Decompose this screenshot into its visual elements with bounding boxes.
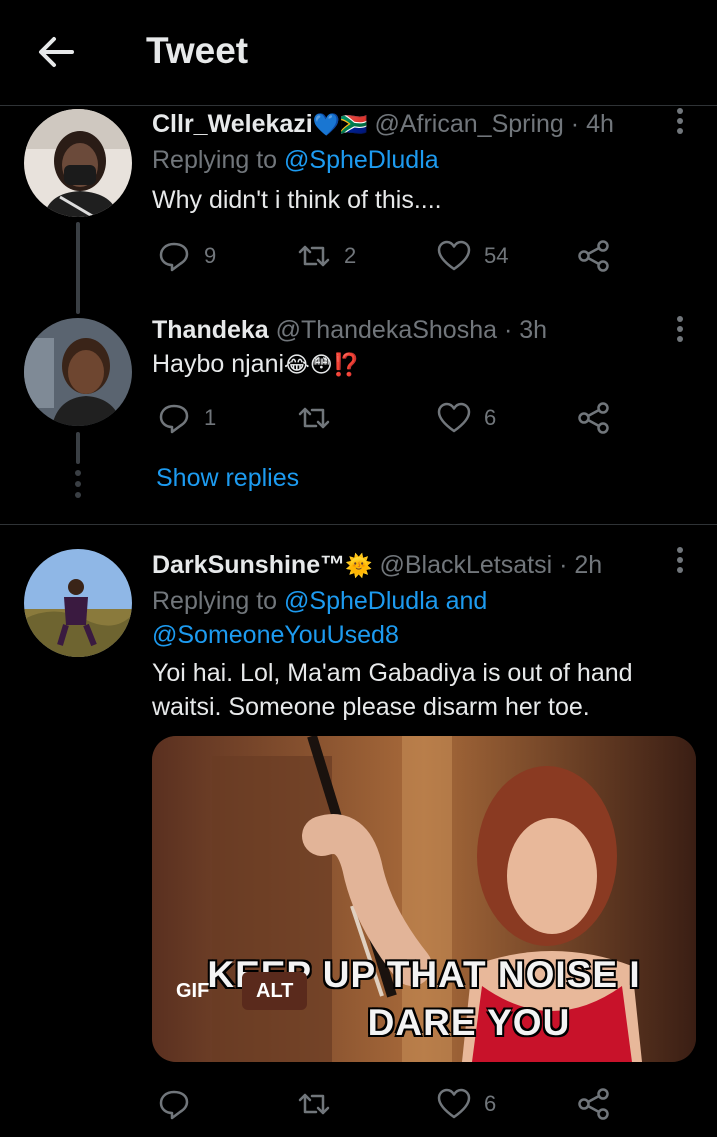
name-emoji: 💙🇿🇦	[312, 113, 368, 138]
handle[interactable]: @ThandekaShosha	[276, 316, 497, 344]
gif-caption-line-2: DARE YOU	[367, 1002, 571, 1043]
thread-dots	[75, 470, 81, 503]
heart-icon	[437, 240, 471, 271]
retweet-button[interactable]	[296, 398, 344, 438]
display-name[interactable]: Cllr_Welekazi	[152, 110, 313, 138]
retweet-icon	[298, 407, 330, 429]
tweet-actions: 9 2 54	[152, 236, 622, 276]
timestamp: · 2h	[559, 551, 603, 579]
show-replies-link[interactable]: Show replies	[156, 464, 299, 493]
avatar[interactable]	[24, 318, 132, 426]
avatar[interactable]	[24, 109, 132, 217]
tweet-text-line-2: waitsi. Someone please disarm her toe.	[152, 693, 590, 721]
tweet-text-content: Haybo njani	[152, 350, 285, 378]
handle[interactable]: @BlackLetsatsi	[379, 551, 552, 579]
tweet-meta: Thandeka @ThandekaShosha · 3h	[152, 316, 547, 345]
mention-link[interactable]: @SpheDludla and	[284, 587, 487, 615]
tweet-meta: Cllr_Welekazi💙🇿🇦 @African_Spring · 4h	[152, 110, 614, 139]
tweet-thandeka[interactable]: Thandeka @ThandekaShosha · 3h Haybo njan…	[0, 310, 717, 524]
gif-badge: GIF	[176, 979, 210, 1002]
reply-button[interactable]	[156, 1084, 204, 1124]
tweet-cllr-welekazi[interactable]: Cllr_Welekazi💙🇿🇦 @African_Spring · 4h Re…	[0, 0, 717, 314]
tweet-actions: 6	[152, 1084, 622, 1124]
tweet-text: Haybo njani😂😳⁉️	[152, 350, 360, 379]
share-button[interactable]	[576, 236, 612, 276]
share-button[interactable]	[576, 1084, 612, 1124]
share-button[interactable]	[576, 398, 612, 438]
tweet-text-line-1: Yoi hai. Lol, Ma'am Gabadiya is out of h…	[152, 659, 633, 687]
share-icon	[578, 1088, 609, 1120]
retweet-button[interactable]: 2	[296, 236, 356, 276]
tweet-text: Why didn't i think of this....	[152, 186, 442, 214]
like-button[interactable]: 6	[436, 398, 496, 438]
avatar-image	[24, 109, 132, 217]
retweet-icon	[298, 245, 330, 267]
timestamp: · 3h	[503, 316, 548, 344]
like-count: 6	[484, 1091, 497, 1116]
heart-icon	[437, 1088, 471, 1119]
like-count: 54	[484, 243, 509, 268]
reply-count: 9	[204, 243, 217, 268]
more-options-button[interactable]	[670, 547, 690, 581]
thread-connector	[76, 222, 80, 314]
like-button[interactable]: 6	[436, 1084, 496, 1124]
avatar-image	[24, 549, 132, 657]
retweet-icon	[298, 1093, 330, 1115]
more-options-button[interactable]	[670, 316, 690, 350]
reply-button[interactable]: 1	[156, 398, 216, 438]
reply-icon	[159, 404, 189, 434]
reply-icon	[159, 1090, 189, 1120]
replying-to-label: Replying to	[152, 587, 285, 615]
avatar-image	[24, 318, 132, 426]
handle[interactable]: @African_Spring	[374, 110, 563, 138]
avatar[interactable]	[24, 549, 132, 657]
thread-connector	[76, 432, 80, 464]
heart-icon	[437, 402, 471, 433]
like-count: 6	[484, 405, 497, 430]
tweet-meta: DarkSunshine™🌞 @BlackLetsatsi · 2h	[152, 551, 602, 580]
gif-caption-line-1: KEEP UP THAT NOISE I	[207, 954, 641, 995]
reply-button[interactable]: 9	[156, 236, 216, 276]
retweet-count: 2	[344, 243, 357, 268]
more-options-button[interactable]	[670, 108, 690, 142]
mention-link[interactable]: @SpheDludla	[284, 146, 439, 174]
like-button[interactable]: 54	[436, 236, 508, 276]
display-name[interactable]: Thandeka	[152, 316, 269, 344]
retweet-button[interactable]	[296, 1084, 344, 1124]
name-emoji: 🌞	[345, 554, 373, 579]
tweet-actions: 1 6	[152, 398, 622, 438]
timestamp: · 4h	[570, 110, 614, 138]
text-emoji: 😂😳⁉️	[284, 353, 361, 378]
mention-link-2[interactable]: @SomeoneYouUsed8	[152, 621, 399, 650]
replying-to: Replying to @SpheDludla and	[152, 587, 487, 616]
alt-text-button[interactable]: ALT	[242, 972, 308, 1010]
replying-to-label: Replying to	[152, 146, 285, 174]
replying-to: Replying to @SpheDludla	[152, 146, 439, 175]
share-icon	[578, 402, 609, 434]
reply-count: 1	[204, 405, 217, 430]
display-name[interactable]: DarkSunshine™	[152, 551, 345, 579]
reply-icon	[159, 242, 189, 272]
share-icon	[578, 240, 609, 272]
tweet-media-gif[interactable]: KEEP UP THAT NOISE I DARE YOU	[152, 736, 696, 1062]
